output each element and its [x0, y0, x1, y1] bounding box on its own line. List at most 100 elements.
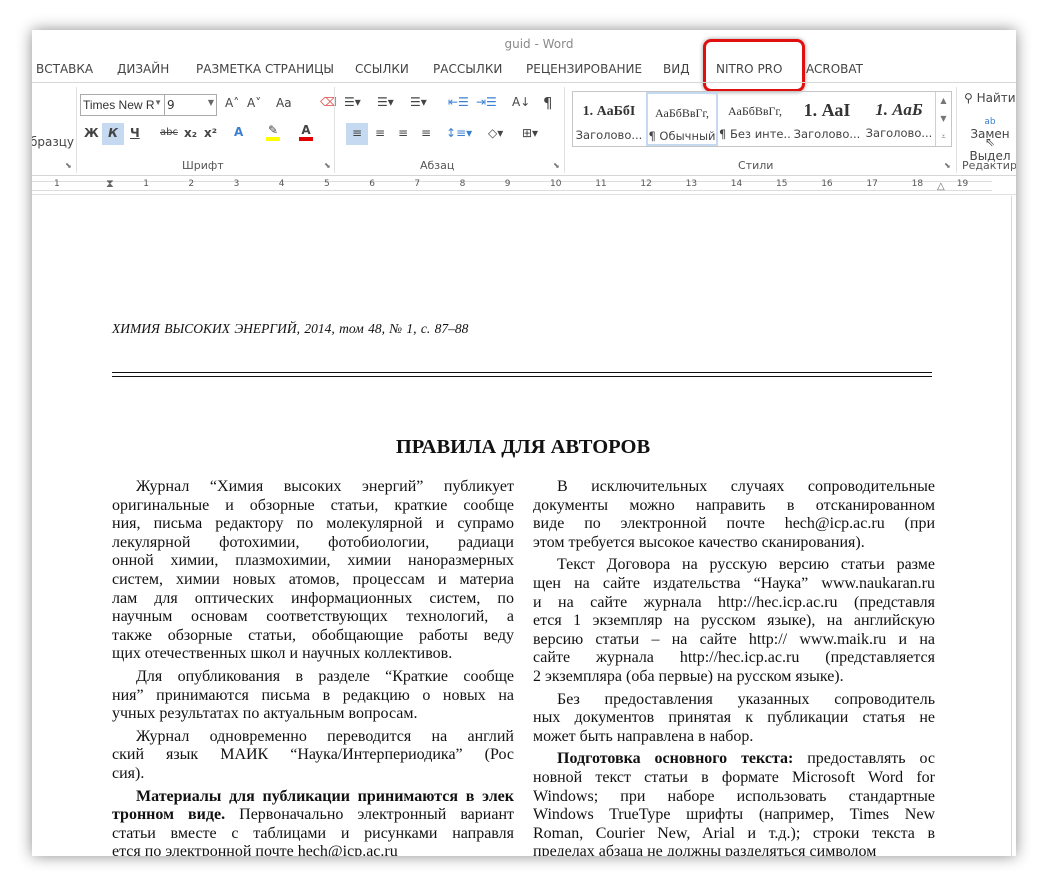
font-color-icon[interactable]: A: [299, 123, 313, 141]
document-page[interactable]: ХИМИЯ ВЫСОКИХ ЭНЕРГИЙ, 2014, том 48, № 1…: [32, 196, 1012, 856]
binoculars-icon: ⚲: [964, 91, 973, 105]
text-line: учных результатах по актуальным вопросам…: [112, 705, 418, 723]
styles-gallery: 1. АаБбI Заголово... АаБбВвГг, ¶ Обычный А…: [572, 91, 952, 147]
text-line: сия).: [112, 764, 145, 782]
tab-references[interactable]: ССЫЛКИ: [355, 62, 409, 76]
style-name: ¶ Без инте...: [719, 127, 791, 141]
ruler-number: 16: [821, 179, 833, 189]
tab-review[interactable]: РЕЦЕНЗИРОВАНИЕ: [526, 62, 642, 76]
highlight-color-icon[interactable]: ✎: [266, 123, 280, 141]
divider: [334, 87, 335, 173]
tab-insert[interactable]: ВСТАВКА: [36, 62, 93, 76]
text-effects-icon[interactable]: A: [234, 125, 243, 139]
shrink-font-button[interactable]: A˅: [247, 96, 261, 110]
tab-design[interactable]: ДИЗАЙН: [117, 62, 169, 76]
text-line: может быть направлена в набор.: [533, 727, 754, 745]
text-line: онной химии, плазмохимии, химии наноразм…: [112, 552, 514, 570]
align-right-button[interactable]: ≡: [398, 126, 408, 140]
paragraph: Журнал одновременно переводится на англи…: [112, 728, 514, 784]
superscript-button[interactable]: x²: [204, 126, 217, 140]
text-line: В исключительных случаях сопроводительны…: [557, 478, 935, 495]
text-line: ский язык МАИК “Наука/Интерпериодика” (Р…: [112, 746, 514, 764]
ruler-number: 6: [369, 179, 375, 189]
style-no-spacing[interactable]: АаБбВвГг, ¶ Без инте...: [719, 92, 791, 146]
style-normal[interactable]: АаБбВвГг, ¶ Обычный: [646, 92, 718, 146]
ruler-number: 3: [233, 179, 240, 189]
strikethrough-button[interactable]: abc: [160, 127, 178, 138]
tab-page-layout[interactable]: РАЗМЕТКА СТРАНИЦЫ: [196, 62, 334, 76]
style-heading-3[interactable]: 1. АаБ Заголово...: [863, 92, 935, 146]
tab-view[interactable]: ВИД: [663, 62, 690, 76]
styles-launcher-icon[interactable]: ⬊: [944, 161, 951, 170]
text-line: Журнал одновременно переводится на англи…: [136, 727, 514, 745]
style-name: Заголово...: [575, 128, 643, 142]
text-line: виде по электронной почте hech@icp.ac.ru…: [533, 515, 935, 533]
sort-icon[interactable]: A↓: [512, 95, 530, 109]
horizontal-ruler[interactable]: 1 1 2 3 4 5 6 7 8 9 10 11 12 13 14 15 16 17 18 19 ⧗ △: [32, 177, 1016, 195]
tab-mailings[interactable]: РАССЫЛКИ: [433, 62, 502, 76]
shading-icon[interactable]: ◇▾: [488, 126, 503, 140]
font-launcher-icon[interactable]: ⬊: [324, 161, 331, 170]
font-name-select[interactable]: Times New R ▼: [80, 94, 165, 116]
italic-button[interactable]: К: [102, 123, 124, 145]
word-window: guid - Word ВСТАВКА ДИЗАЙН РАЗМЕТКА СТРА…: [32, 30, 1016, 856]
style-preview: 1. АаI: [803, 100, 851, 120]
text-line: новной текст статьи в формате Microsoft …: [533, 768, 935, 786]
style-heading-1[interactable]: 1. АаБбI Заголово...: [573, 92, 645, 146]
ribbon-tabs: ВСТАВКА ДИЗАЙН РАЗМЕТКА СТРАНИЦЫ ССЫЛКИ …: [32, 60, 1016, 84]
font-size-select[interactable]: 9 ▼: [165, 94, 217, 116]
change-case-button[interactable]: Aa: [276, 96, 292, 110]
decrease-indent-icon[interactable]: ⇤☰: [448, 95, 469, 109]
subscript-button[interactable]: x₂: [184, 126, 197, 140]
numbering-icon[interactable]: ☰▾: [377, 95, 394, 109]
clipboard-launcher-icon[interactable]: ⬊: [65, 161, 72, 170]
paragraph-launcher-icon[interactable]: ⬊: [553, 161, 560, 170]
ruler-number: 2: [188, 179, 195, 189]
cursor-icon: ⇖: [984, 135, 996, 149]
find-button[interactable]: ⚲ Найти: [964, 91, 1016, 105]
text-line: сайте журнала http://hec.icp.ac.ru (пред…: [533, 649, 935, 667]
ruler-number: 1: [54, 179, 60, 189]
text-line: научным основам соответствующих технолог…: [112, 608, 514, 626]
increase-indent-icon[interactable]: ⇥☰: [476, 95, 497, 109]
justify-button[interactable]: ≡: [421, 126, 431, 140]
bold-button[interactable]: Ж: [84, 126, 99, 140]
style-heading-2[interactable]: 1. АаI Заголово...: [791, 92, 863, 146]
ruler-number: 19: [956, 179, 969, 189]
grow-font-button[interactable]: A˄: [225, 96, 239, 110]
style-name: Заголово...: [865, 126, 933, 140]
format-painter-button[interactable]: бразцу: [32, 135, 74, 149]
styles-scroll[interactable]: ▲ ▼ ⩡: [935, 92, 951, 146]
chevron-down-icon: ▼: [154, 98, 162, 107]
tab-acrobat[interactable]: ACROBAT: [806, 62, 863, 76]
header-rule: [112, 372, 932, 373]
ruler-number: 13: [685, 179, 698, 189]
align-center-button[interactable]: ≡: [375, 126, 385, 140]
indent-marker-icon[interactable]: ⧗: [106, 177, 114, 191]
ruler-number: 11: [595, 179, 607, 189]
text-line: Текст Договора на русскую версию статьи …: [557, 556, 935, 574]
right-indent-marker-icon[interactable]: △: [937, 181, 945, 192]
line-spacing-icon[interactable]: ↕≡▾: [446, 126, 472, 140]
text-line: 2 экземпляра (оба первые) на русском язы…: [533, 667, 844, 685]
text-line: Windows; при наборе использовать стандар…: [533, 787, 935, 805]
find-label: Найти: [976, 91, 1016, 105]
ruler-number: 18: [911, 179, 924, 189]
header-rule: [112, 376, 932, 377]
text-line: ния, письма редактору по молекулярной и …: [112, 515, 514, 533]
style-name: Заголово...: [793, 127, 861, 141]
divider: [76, 87, 77, 173]
paragraph: Без предоставления указанных сопроводите…: [533, 691, 935, 747]
underline-button[interactable]: Ч: [130, 126, 140, 140]
ruler-number: 10: [550, 179, 562, 189]
multilevel-list-icon[interactable]: ☰▾: [410, 95, 427, 109]
text-line: щен на сайте издательства “Наука” www.na…: [533, 574, 935, 592]
text-line: Материалы для публикации принимаются в э…: [136, 787, 514, 805]
ruler-number: 7: [414, 179, 421, 189]
show-marks-button[interactable]: ¶: [543, 94, 553, 112]
paragraph-group-label: Абзац: [420, 159, 455, 172]
bullets-icon[interactable]: ☰▾: [344, 95, 361, 109]
borders-icon[interactable]: ⊞▾: [522, 126, 538, 140]
align-left-button[interactable]: ≡: [346, 123, 368, 145]
text-column-right: В исключительных случаях сопроводительны…: [533, 478, 935, 856]
